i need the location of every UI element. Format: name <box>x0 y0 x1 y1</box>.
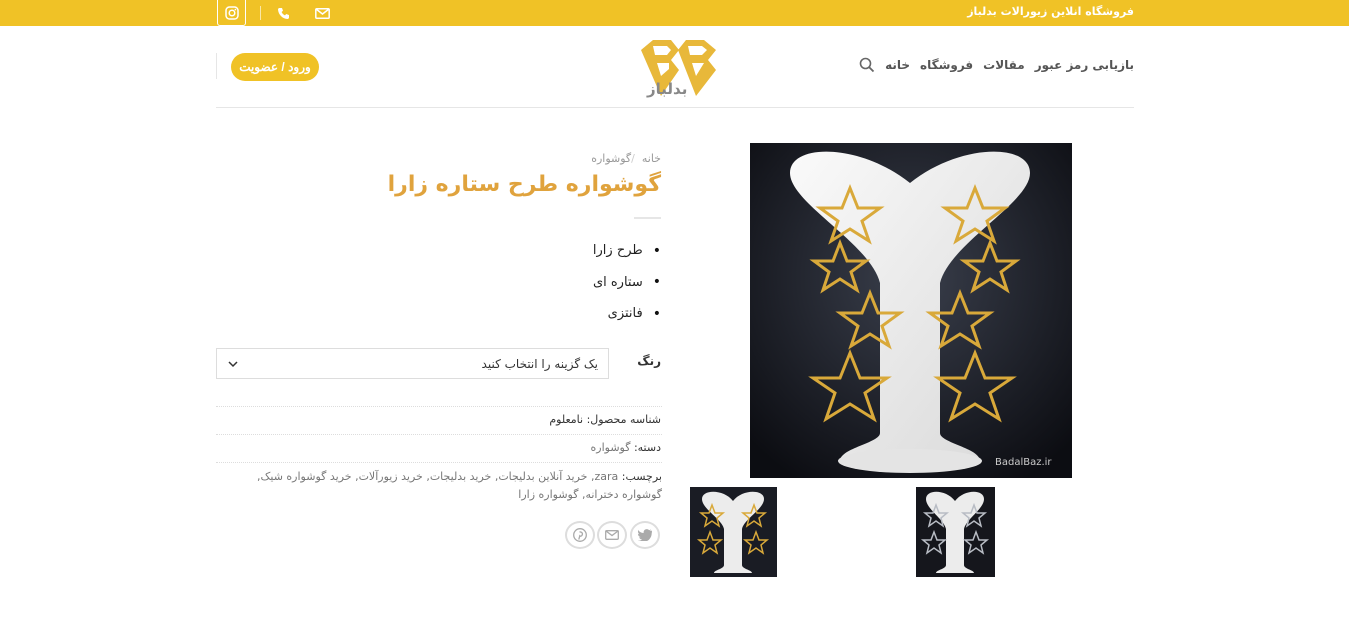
sku-label: شناسه محصول: <box>586 413 661 426</box>
feature-item: طرح زارا <box>593 235 661 267</box>
top-divider <box>260 6 261 20</box>
pinterest-icon[interactable] <box>565 521 595 549</box>
image-watermark: BadalBaz.ir <box>995 457 1052 468</box>
color-select[interactable]: یک گزینه را انتخاب کنید <box>216 348 609 379</box>
product-thumbnail-gold[interactable] <box>690 487 777 577</box>
search-icon[interactable] <box>859 57 875 73</box>
login-register-button[interactable]: ورود / عضویت <box>231 53 319 81</box>
nav-home[interactable]: خانه <box>885 58 910 72</box>
nav-articles[interactable]: مقالات <box>983 58 1025 72</box>
store-tagline: فروشگاه انلاین زیورالات بدلباز <box>967 5 1134 18</box>
breadcrumb: خانه /گوشواره <box>591 152 661 165</box>
feature-item: ستاره ای <box>593 267 661 299</box>
top-bar: فروشگاه انلاین زیورالات بدلباز <box>0 0 1349 26</box>
category-link[interactable]: گوشواره <box>591 441 631 454</box>
category-label: دسته: <box>633 441 661 454</box>
breadcrumb-separator: / <box>631 152 635 165</box>
meta-divider <box>216 462 662 463</box>
product-title: گوشواره طرح ستاره زارا <box>387 172 661 197</box>
twitter-icon[interactable] <box>630 521 660 549</box>
meta-divider <box>216 434 662 435</box>
breadcrumb-home[interactable]: خانه <box>642 152 661 165</box>
sku-value: نامعلوم <box>549 413 584 426</box>
product-main-image[interactable]: BadalBaz.ir <box>750 143 1072 478</box>
meta-divider <box>216 406 662 407</box>
nav-shop[interactable]: فروشگاه <box>920 58 973 72</box>
logo-wordmark: بدلباز <box>646 80 687 98</box>
instagram-icon[interactable] <box>217 0 246 26</box>
site-header: ورود / عضویت بدلباز خانه فروشگاه مقالات … <box>216 26 1134 108</box>
breadcrumb-category[interactable]: گوشواره <box>591 152 631 165</box>
tags-list[interactable]: zara, خرید آنلاین بدلیجات, خرید بدلیجات,… <box>257 470 662 501</box>
email-icon[interactable] <box>312 3 332 23</box>
product-category: دسته: گوشواره <box>591 441 662 454</box>
product-thumbnail-silver[interactable] <box>916 487 995 577</box>
main-nav: خانه فروشگاه مقالات بازیابی رمز عبور <box>857 57 1134 73</box>
email-share-icon[interactable] <box>597 521 627 549</box>
product-features: طرح زارا ستاره ای فانتزی <box>593 235 661 330</box>
nav-password-recovery[interactable]: بازیابی رمز عبور <box>1035 58 1134 72</box>
chevron-down-icon <box>227 358 239 370</box>
color-label: رنگ <box>637 354 661 368</box>
tags-label: برچسب: <box>621 470 662 483</box>
site-logo[interactable]: بدلباز <box>631 36 726 98</box>
color-select-value: یک گزینه را انتخاب کنید <box>481 356 598 371</box>
phone-icon[interactable] <box>273 3 293 23</box>
product-sku: شناسه محصول: نامعلوم <box>549 413 661 426</box>
header-divider <box>216 53 217 79</box>
product-tags: برچسب: zara, خرید آنلاین بدلیجات, خرید ب… <box>216 468 662 504</box>
feature-item: فانتزی <box>593 298 661 330</box>
title-divider <box>634 217 661 219</box>
